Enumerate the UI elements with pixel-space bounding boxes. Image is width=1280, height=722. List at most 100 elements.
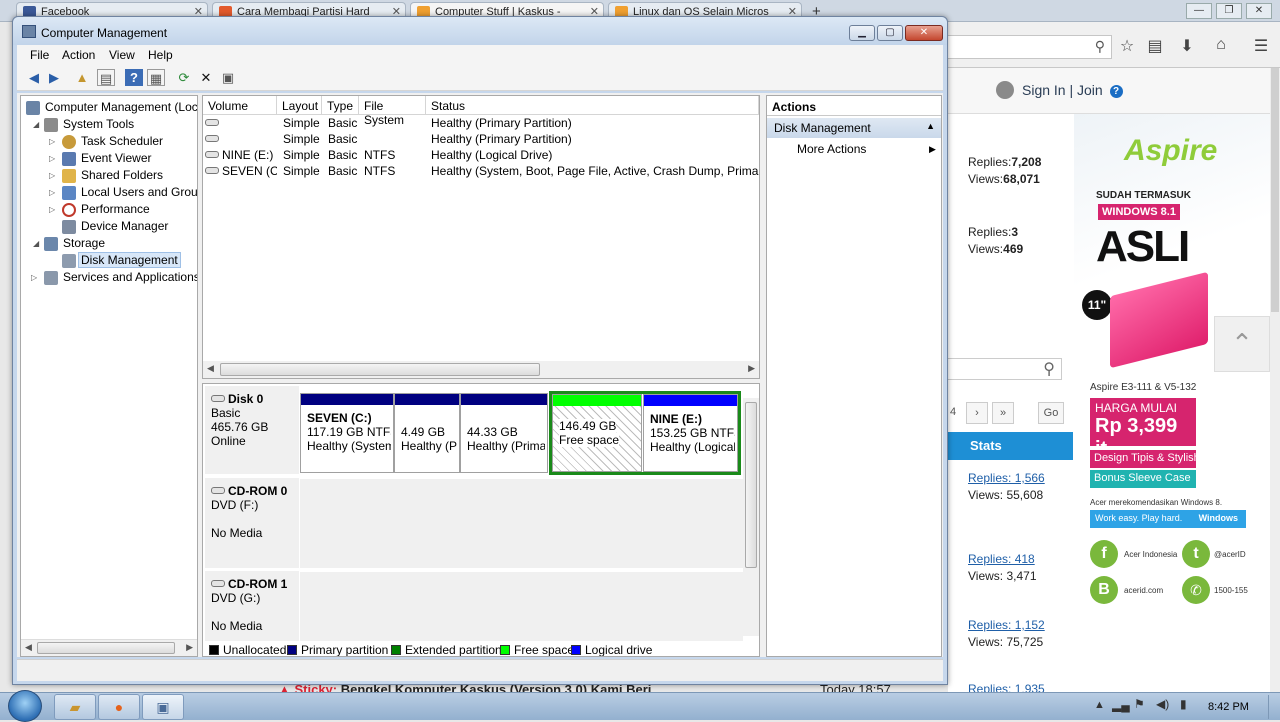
volume-icon[interactable]: ◀) [1156,697,1169,711]
search-icon[interactable]: ⚲ [1043,359,1055,379]
tree-item-storage[interactable]: ◢ Storage [33,235,105,252]
firefox-taskbar-icon[interactable]: ● [98,694,140,720]
menu-file[interactable]: File [30,48,49,62]
forward-icon[interactable]: ▶ [45,69,63,86]
address-bar[interactable]: ⚲ [948,35,1112,59]
start-button[interactable] [8,690,42,722]
expand-icon[interactable]: ▷ [49,133,55,150]
column-header-status[interactable]: Status [426,96,759,115]
disk-map-vertical-scrollbar[interactable]: ▼ [743,398,759,650]
last-page-button[interactable]: » [992,402,1014,424]
tree-item-system-tools[interactable]: ◢ System Tools [33,116,134,133]
menu-view[interactable]: View [109,48,135,62]
browser-minimize-button[interactable]: — [1186,3,1212,19]
scrollbar-thumb[interactable] [37,642,175,654]
expand-icon[interactable]: ▷ [49,201,55,218]
show-desktop-button[interactable] [1268,695,1280,719]
network-signal-icon[interactable]: ▂▄ [1112,698,1130,712]
replies-link[interactable]: Replies: 1,152 [968,618,1045,632]
delete-icon[interactable]: ✕ [197,69,215,86]
minimize-button[interactable]: ▁ [849,25,875,41]
tree-item-local-users[interactable]: ▷ Local Users and Groups [49,184,197,201]
reading-list-icon[interactable]: ▤ [1144,36,1166,56]
partition-primary-3[interactable]: 44.33 GB Healthy (Prima [460,393,548,473]
tree-item-event-viewer[interactable]: ▷ Event Viewer [49,150,151,167]
expand-icon[interactable]: ▷ [49,150,55,167]
show-hidden-icons[interactable]: ▲ [1094,699,1105,711]
scroll-left-icon[interactable]: ◀ [207,363,214,374]
collapse-arrow-icon[interactable]: ▲ [926,121,935,131]
acer-advertisement[interactable]: Aspire SUDAH TERMASUK WINDOWS 8.1 ASLI 1… [1074,114,1270,692]
scroll-right-icon[interactable]: ▶ [748,363,755,374]
cdrom-1-area[interactable] [300,571,743,641]
show-hide-tree-icon[interactable]: ▤ [97,69,115,86]
replies-link[interactable]: Replies: 418 [968,552,1035,566]
refresh-icon[interactable]: ⟳ [175,69,193,86]
table-row[interactable]: Simple Basic Healthy (Primary Partition) [203,131,759,147]
page-link[interactable]: 4 [948,402,964,424]
tree-item-task-scheduler[interactable]: ▷ Task Scheduler [49,133,163,150]
submenu-arrow-icon[interactable]: ▶ [929,144,936,155]
scrollbar-thumb[interactable] [220,363,540,376]
partition-primary-2[interactable]: 4.49 GB Healthy (P [394,393,460,473]
replies-link[interactable]: Replies: 1,566 [968,471,1045,485]
search-icon[interactable]: ⚲ [1095,38,1105,55]
next-page-button[interactable]: › [966,402,988,424]
expand-icon[interactable]: ▷ [31,269,37,286]
page-scrollbar[interactable] [1270,68,1280,692]
collapse-icon[interactable]: ◢ [33,116,39,133]
scrollbar-thumb[interactable] [1271,68,1279,312]
help-icon[interactable]: ? [1109,85,1123,98]
column-header-layout[interactable]: Layout [277,96,322,115]
column-header-type[interactable]: Type [322,96,359,115]
properties-icon[interactable]: ▣ [219,69,237,86]
column-header-file-system[interactable]: File System [359,96,426,127]
clock[interactable]: 8:42 PM [1208,701,1249,713]
more-actions-item[interactable]: More Actions [797,142,866,156]
up-folder-icon[interactable]: ▲ [73,69,91,86]
title-bar[interactable]: Computer Management ▁ ▢ ✕ [13,17,947,45]
tree-item-shared-folders[interactable]: ▷ Shared Folders [49,167,163,184]
replies-link[interactable]: Replies: 1,935 [968,682,1045,692]
forum-search-input[interactable]: ⚲ [948,358,1062,380]
expand-icon[interactable]: ▷ [49,184,55,201]
list-horizontal-scrollbar[interactable]: ◀ ▶ [203,361,759,378]
menu-action[interactable]: Action [62,48,95,62]
join-link[interactable]: Join [1077,82,1103,98]
scroll-to-top-button[interactable]: ⌃ [1214,316,1270,372]
tree-item-device-manager[interactable]: Device Manager [62,218,168,235]
table-row[interactable]: NINE (E:) Simple Basic NTFS Healthy (Log… [203,147,759,163]
home-icon[interactable]: ⌂ [1210,36,1232,54]
table-row[interactable]: Simple Basic Healthy (Primary Partition) [203,115,759,131]
sign-in-link[interactable]: Sign In [1022,82,1066,98]
tree-horizontal-scrollbar[interactable]: ◀ ▶ [21,639,197,656]
computer-management-taskbar-icon[interactable]: ▣ [142,694,184,720]
table-row[interactable]: SEVEN (C:) Simple Basic NTFS Healthy (Sy… [203,163,759,179]
tree-item-computer-management[interactable]: Computer Management (Local [26,99,197,116]
actions-section-disk-management[interactable]: Disk Management ▲ [767,118,941,138]
scroll-right-icon[interactable]: ▶ [186,642,193,653]
cdrom-0-label[interactable]: CD-ROM 0 DVD (F:) No Media [205,478,299,568]
scrollbar-thumb[interactable] [745,402,757,568]
disk-0-label[interactable]: Disk 0 Basic 465.76 GB Online [205,386,299,474]
back-icon[interactable]: ◀ [25,69,43,86]
close-button[interactable]: ✕ [905,25,943,41]
tree-item-disk-management[interactable]: Disk Management [62,252,181,269]
action-center-icon[interactable]: ⚑ [1134,697,1145,711]
menu-help[interactable]: Help [148,48,173,62]
explorer-taskbar-icon[interactable]: ▰ [54,694,96,720]
browser-close-button[interactable]: ✕ [1246,3,1272,19]
partition-free-space[interactable]: 146.49 GB Free space [552,394,642,472]
column-header-volume[interactable]: Volume [203,96,277,115]
maximize-button[interactable]: ▢ [877,25,903,41]
power-icon[interactable]: ▮ [1180,697,1187,711]
bookmark-star-icon[interactable]: ☆ [1116,36,1138,56]
cdrom-1-label[interactable]: CD-ROM 1 DVD (G:) No Media [205,571,299,641]
tree-item-performance[interactable]: ▷ Performance [49,201,150,218]
download-icon[interactable]: ⬇ [1176,36,1198,56]
collapse-icon[interactable]: ◢ [33,235,39,252]
partition-nine-e[interactable]: NINE (E:) 153.25 GB NTFS Healthy (Logical [643,394,738,472]
partition-seven-c[interactable]: SEVEN (C:) 117.19 GB NTFS Healthy (System [300,393,394,473]
menu-icon[interactable]: ☰ [1250,36,1272,56]
help-icon[interactable]: ? [125,69,143,86]
